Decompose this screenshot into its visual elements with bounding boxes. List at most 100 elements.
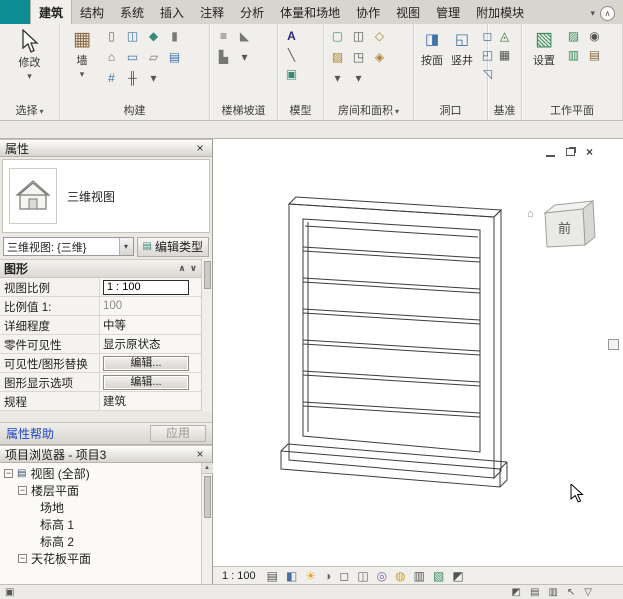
select-toggle-icon[interactable]: ↖ (567, 587, 575, 598)
window-tool-icon[interactable]: ◫ (124, 28, 141, 45)
view-scale-button[interactable]: 1 : 100 (219, 570, 259, 582)
combo-dropdown-icon[interactable]: ▾ (119, 238, 133, 255)
build-more-caret-icon[interactable]: ▾ (145, 70, 162, 87)
modify-button[interactable]: 修改 ▾ (13, 28, 47, 83)
tab-analyze[interactable]: 分析 (232, 0, 272, 24)
visibility-edit-button[interactable]: 编辑... (103, 356, 189, 371)
tab-architecture[interactable]: 建筑 (30, 0, 72, 24)
panel-label-work-plane[interactable]: 工作平面 (522, 103, 622, 120)
tab-insert[interactable]: 插入 (152, 0, 192, 24)
scrollbar-up-icon[interactable]: ▲ (202, 463, 213, 474)
graphic-display-edit-button[interactable]: 编辑... (103, 375, 189, 390)
properties-scrollbar-thumb[interactable] (204, 261, 211, 289)
room-tool-icon[interactable]: ▢ (329, 28, 346, 45)
ref-plane-tool-icon[interactable]: ▥ (565, 47, 582, 64)
tag-room-tool-icon[interactable]: ◇ (371, 28, 388, 45)
viewcube[interactable]: ⌂ 前 (525, 195, 615, 261)
view-close-icon[interactable]: × (586, 147, 593, 157)
worksets-icon[interactable]: ▤ (530, 587, 539, 598)
panel-label-select[interactable]: 选择▾ (0, 103, 59, 120)
tag-area-tool-icon[interactable]: ◈ (371, 49, 388, 66)
grid-tool-icon[interactable]: ▦ (496, 47, 513, 64)
show-crop-region-icon[interactable]: ◫ (357, 568, 368, 584)
section-expand-icon[interactable]: ∨ (190, 263, 197, 274)
show-work-plane-tool-icon[interactable]: ▨ (565, 28, 582, 45)
tree-item-floor-plans[interactable]: − 楼层平面 (0, 482, 201, 499)
curtain-grid-tool-icon[interactable]: # (103, 70, 120, 87)
panel-label-room-area[interactable]: 房间和面积▾ (324, 103, 413, 120)
properties-help-link[interactable]: 属性帮助 (6, 425, 54, 442)
panel-label-build[interactable]: 构建 (60, 103, 209, 120)
tree-item-level-1[interactable]: 标高 1 (0, 516, 201, 533)
area-boundary-tool-icon[interactable]: ◳ (350, 49, 367, 66)
detail-level-value[interactable]: 中等 (100, 316, 201, 334)
room-caret-icon[interactable]: ▾ (329, 70, 346, 87)
background-processes-icon[interactable]: ▣ (5, 587, 14, 598)
type-selector[interactable]: 三维视图 (2, 159, 210, 233)
area-caret-icon[interactable]: ▾ (350, 70, 367, 87)
railing-tool-icon[interactable]: ≡ (215, 28, 232, 45)
view-minimize-icon[interactable] (546, 155, 555, 157)
ceiling-tool-icon[interactable]: ▭ (124, 49, 141, 66)
floor-tool-icon[interactable]: ▱ (145, 49, 162, 66)
properties-close-icon[interactable]: × (193, 141, 207, 155)
design-options-icon[interactable]: ▥ (548, 587, 557, 598)
sun-path-icon[interactable]: ☀ (305, 568, 316, 584)
tab-manage[interactable]: 管理 (428, 0, 468, 24)
temporary-view-properties-icon[interactable]: ▥ (414, 568, 425, 584)
properties-scrollbar[interactable] (201, 259, 212, 411)
navigation-bar-handle[interactable] (608, 339, 619, 350)
model-line-tool-icon[interactable]: ╲ (283, 47, 300, 64)
wall-caret-icon[interactable]: ▾ (80, 69, 85, 80)
component-tool-icon[interactable]: ◆ (145, 28, 162, 45)
collapse-toggle-icon[interactable]: − (4, 469, 13, 478)
area-tool-icon[interactable]: ▨ (329, 49, 346, 66)
shaft-button[interactable]: ◱ 竖井 (449, 28, 475, 69)
properties-header[interactable]: 属性 × (0, 139, 212, 157)
section-collapse-icon[interactable]: ∧ (178, 263, 185, 274)
tab-massing-site[interactable]: 体量和场地 (272, 0, 348, 24)
panel-label-opening[interactable]: 洞口 (414, 103, 487, 120)
ribbon-panel-caret-icon[interactable]: ▾ (590, 8, 595, 19)
tab-structure[interactable]: 结构 (72, 0, 112, 24)
collapse-toggle-icon[interactable]: − (18, 554, 27, 563)
mullion-tool-icon[interactable]: ╫ (124, 70, 141, 87)
apply-button[interactable]: 应用 (150, 425, 206, 442)
door-tool-icon[interactable]: ▯ (103, 28, 120, 45)
room-separator-tool-icon[interactable]: ◫ (350, 28, 367, 45)
graphics-section-header[interactable]: 图形 ∧ ∨ (0, 259, 201, 278)
edit-type-button[interactable]: ▤ 编辑类型 (137, 237, 209, 257)
analytical-model-icon[interactable]: ▧ (433, 568, 444, 584)
discipline-value[interactable]: 建筑 (100, 392, 201, 410)
tree-item-site[interactable]: 场地 (0, 499, 201, 516)
level-tool-icon[interactable]: ◬ (496, 28, 513, 45)
crop-view-icon[interactable]: ◻ (339, 568, 349, 584)
model-group-tool-icon[interactable]: ▣ (283, 66, 300, 83)
panel-label-circulation[interactable]: 楼梯坡道 (210, 103, 277, 120)
drawing-area[interactable]: × (213, 139, 623, 584)
tab-addins[interactable]: 附加模块 (468, 0, 532, 24)
viewcube-front-label[interactable]: 前 (558, 221, 571, 236)
visual-style-icon[interactable]: ◧ (286, 568, 297, 584)
temporary-hide-isolate-icon[interactable]: ◎ (377, 568, 387, 584)
wall-button[interactable]: ▦ 墙 ▾ (65, 28, 99, 81)
tab-annotate[interactable]: 注释 (192, 0, 232, 24)
tab-systems[interactable]: 系统 (112, 0, 152, 24)
view-scale-input[interactable] (103, 280, 189, 295)
railing-caret-icon[interactable]: ▾ (236, 49, 253, 66)
curtain-system-tool-icon[interactable]: ▤ (166, 49, 183, 66)
roof-tool-icon[interactable]: ⌂ (103, 49, 120, 66)
view-restore-icon[interactable] (566, 148, 575, 156)
stair-tool-icon[interactable]: ▙ (215, 49, 232, 66)
project-browser-scrollbar[interactable]: ▲ (201, 463, 212, 584)
viewcube-home-icon[interactable]: ⌂ (527, 208, 534, 220)
editing-requests-icon[interactable]: ◩ (512, 587, 521, 598)
project-browser-header[interactable]: 项目浏览器 - 项目3 × (0, 445, 212, 463)
view-type-combo[interactable]: 三维视图: {三维} ▾ (3, 237, 134, 256)
ramp-tool-icon[interactable]: ◣ (236, 28, 253, 45)
filter-icon[interactable]: ▽ (584, 587, 592, 598)
ribbon-cycle-icon[interactable]: ∧ (600, 6, 615, 21)
model-3d-view[interactable] (273, 189, 513, 509)
collapse-toggle-icon[interactable]: − (18, 486, 27, 495)
tree-item-views-all[interactable]: − ▤ 视图 (全部) (0, 465, 201, 482)
